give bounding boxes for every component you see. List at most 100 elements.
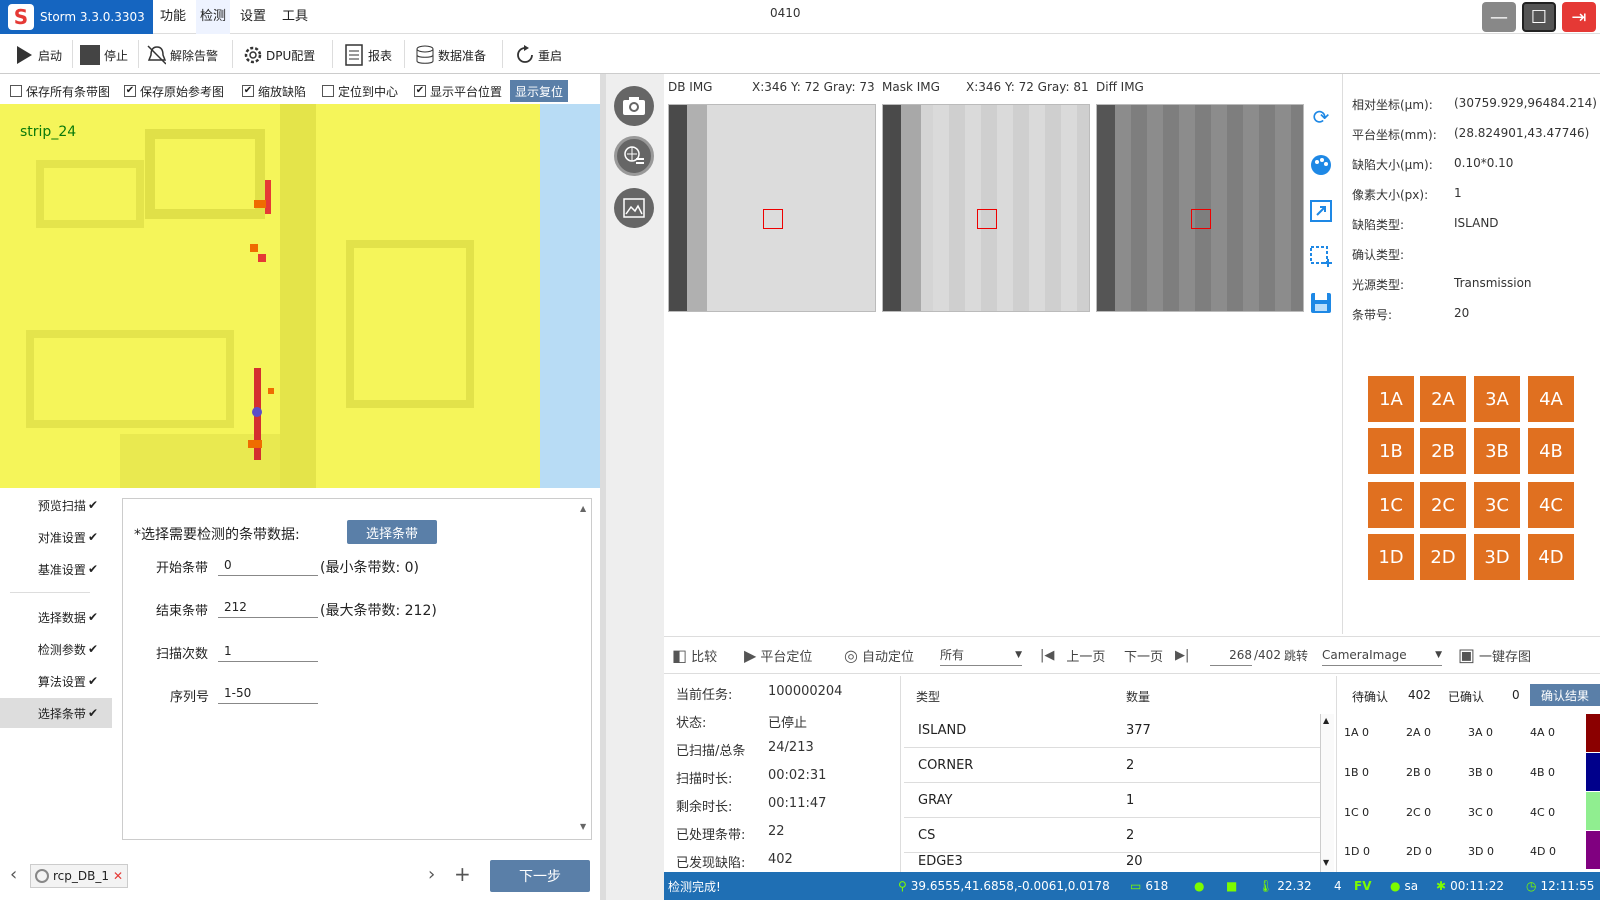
- palette-icon[interactable]: [1306, 150, 1336, 180]
- checkbox-locate-center[interactable]: 定位到中心: [322, 82, 398, 100]
- grid-cell-1D[interactable]: 1D: [1368, 534, 1414, 580]
- source-select[interactable]: CameraImage ▼: [1322, 644, 1442, 666]
- confirm-cell[interactable]: 4A 0: [1530, 726, 1555, 739]
- data-prep-button[interactable]: 数据准备: [414, 41, 486, 69]
- checkbox-show-platform[interactable]: ✔ 显示平台位置: [414, 82, 502, 100]
- confirm-cell[interactable]: 3D 0: [1468, 845, 1494, 858]
- confirm-cell[interactable]: 3A 0: [1468, 726, 1493, 739]
- confirm-cell[interactable]: 2D 0: [1406, 845, 1432, 858]
- grid-cell-4D[interactable]: 4D: [1528, 534, 1574, 580]
- report-button[interactable]: 报表: [344, 41, 392, 69]
- image-view-icon[interactable]: [614, 188, 654, 228]
- save-icon[interactable]: [1306, 288, 1336, 318]
- page-input[interactable]: 268: [1210, 644, 1252, 666]
- nav-select-data[interactable]: 选择数据 ✔: [0, 602, 112, 632]
- prev-page-button[interactable]: |◀ 上一页: [1040, 644, 1105, 666]
- menu-detect[interactable]: 检测: [196, 0, 231, 34]
- confirm-cell[interactable]: 1B 0: [1344, 766, 1369, 779]
- grid-cell-3D[interactable]: 3D: [1474, 534, 1520, 580]
- add-region-icon[interactable]: [1306, 242, 1336, 272]
- close-icon[interactable]: ✕: [113, 869, 123, 883]
- grid-cell-2D[interactable]: 2D: [1420, 534, 1466, 580]
- dpu-config-button[interactable]: DPU配置: [242, 41, 315, 69]
- menu-settings[interactable]: 设置: [240, 0, 266, 34]
- maximize-button[interactable]: ☐: [1522, 2, 1556, 32]
- expand-icon[interactable]: [1306, 196, 1336, 226]
- clear-alarm-button[interactable]: 解除告警: [146, 41, 218, 69]
- scroll-up-icon[interactable]: ▲: [580, 504, 586, 513]
- chevron-left-icon[interactable]: ‹: [10, 864, 17, 885]
- db-tab[interactable]: rcp_DB_1 ✕: [30, 864, 128, 888]
- confirm-cell[interactable]: 3B 0: [1468, 766, 1493, 779]
- table-row[interactable]: GRAY 1: [904, 784, 1320, 818]
- confirm-cell[interactable]: 4D 0: [1530, 845, 1556, 858]
- grid-cell-2B[interactable]: 2B: [1420, 428, 1466, 474]
- confirm-cell[interactable]: 2A 0: [1406, 726, 1431, 739]
- nav-select-strip[interactable]: 选择条带 ✔: [0, 698, 112, 728]
- chevron-right-icon[interactable]: ›: [428, 864, 435, 885]
- db-image[interactable]: [668, 104, 876, 312]
- grid-cell-4A[interactable]: 4A: [1528, 376, 1574, 422]
- grid-cell-3C[interactable]: 3C: [1474, 482, 1520, 528]
- scroll-up-icon[interactable]: ▲: [1323, 716, 1329, 725]
- save-all-button[interactable]: ▣ 一键存图: [1458, 644, 1531, 666]
- show-reset-button[interactable]: 显示复位: [510, 80, 568, 102]
- table-row[interactable]: CS 2: [904, 819, 1320, 853]
- grid-cell-3A[interactable]: 3A: [1474, 376, 1520, 422]
- scroll-down-icon[interactable]: ▼: [1323, 858, 1329, 867]
- stop-button[interactable]: 停止: [80, 41, 128, 69]
- confirm-result-button[interactable]: 确认结果: [1530, 684, 1600, 706]
- nav-algorithm-settings[interactable]: 算法设置 ✔: [0, 666, 112, 696]
- grid-cell-1A[interactable]: 1A: [1368, 376, 1414, 422]
- menu-function[interactable]: 功能: [160, 0, 186, 34]
- scroll-down-icon[interactable]: ▼: [580, 822, 586, 831]
- confirm-cell[interactable]: 2B 0: [1406, 766, 1431, 779]
- end-strip-input[interactable]: 212: [218, 596, 318, 618]
- start-strip-input[interactable]: 0: [218, 554, 318, 576]
- nav-align-settings[interactable]: 对准设置 ✔: [0, 522, 112, 552]
- rotate-icon[interactable]: ⟳: [1306, 102, 1336, 132]
- minimize-button[interactable]: —: [1482, 2, 1516, 32]
- auto-locate-button[interactable]: ◎ 自动定位: [844, 644, 914, 666]
- table-scrollbar[interactable]: [1320, 714, 1334, 872]
- grid-cell-3B[interactable]: 3B: [1474, 428, 1520, 474]
- grid-cell-4B[interactable]: 4B: [1528, 428, 1574, 474]
- nav-preview-scan[interactable]: 预览扫描 ✔: [0, 490, 112, 520]
- strip-image-view[interactable]: strip_24: [0, 104, 600, 488]
- confirm-cell[interactable]: 3C 0: [1468, 806, 1493, 819]
- confirm-cell[interactable]: 4B 0: [1530, 766, 1555, 779]
- grid-cell-2A[interactable]: 2A: [1420, 376, 1466, 422]
- grid-cell-1C[interactable]: 1C: [1368, 482, 1414, 528]
- exit-button[interactable]: ⇥: [1562, 2, 1596, 32]
- confirm-cell[interactable]: 1A 0: [1344, 726, 1369, 739]
- table-row[interactable]: CORNER 2: [904, 749, 1320, 783]
- diff-image[interactable]: [1096, 104, 1304, 312]
- grid-cell-4C[interactable]: 4C: [1528, 482, 1574, 528]
- table-row[interactable]: ISLAND 377: [904, 714, 1320, 748]
- grid-cell-1B[interactable]: 1B: [1368, 428, 1414, 474]
- filter-select[interactable]: 所有 ▼: [940, 644, 1022, 666]
- jump-button[interactable]: 跳转: [1284, 644, 1308, 666]
- confirm-cell[interactable]: 1C 0: [1344, 806, 1369, 819]
- next-step-button[interactable]: 下一步: [490, 860, 590, 892]
- nav-detect-params[interactable]: 检测参数 ✔: [0, 634, 112, 664]
- restart-button[interactable]: 重启: [514, 41, 562, 69]
- select-strip-button[interactable]: 选择条带: [347, 520, 437, 544]
- serial-input[interactable]: 1-50: [218, 682, 318, 704]
- mask-image[interactable]: [882, 104, 1090, 312]
- compare-button[interactable]: ◧ 比较: [672, 644, 717, 666]
- checkbox-save-all-strips[interactable]: 保存所有条带图: [10, 82, 110, 100]
- camera-icon[interactable]: [614, 86, 654, 126]
- confirm-cell[interactable]: 1D 0: [1344, 845, 1370, 858]
- start-button[interactable]: 启动: [14, 41, 62, 69]
- add-icon[interactable]: +: [454, 862, 471, 886]
- nav-base-settings[interactable]: 基准设置 ✔: [0, 554, 112, 584]
- menu-tools[interactable]: 工具: [282, 0, 308, 34]
- checkbox-zoom-defect[interactable]: ✔ 缩放缺陷: [242, 82, 306, 100]
- next-page-button[interactable]: 下一页 ▶|: [1124, 644, 1189, 666]
- grid-cell-2C[interactable]: 2C: [1420, 482, 1466, 528]
- map-list-icon[interactable]: [614, 136, 654, 176]
- scan-count-input[interactable]: 1: [218, 640, 318, 662]
- confirm-cell[interactable]: 4C 0: [1530, 806, 1555, 819]
- table-row[interactable]: EDGE3 20: [904, 854, 1320, 872]
